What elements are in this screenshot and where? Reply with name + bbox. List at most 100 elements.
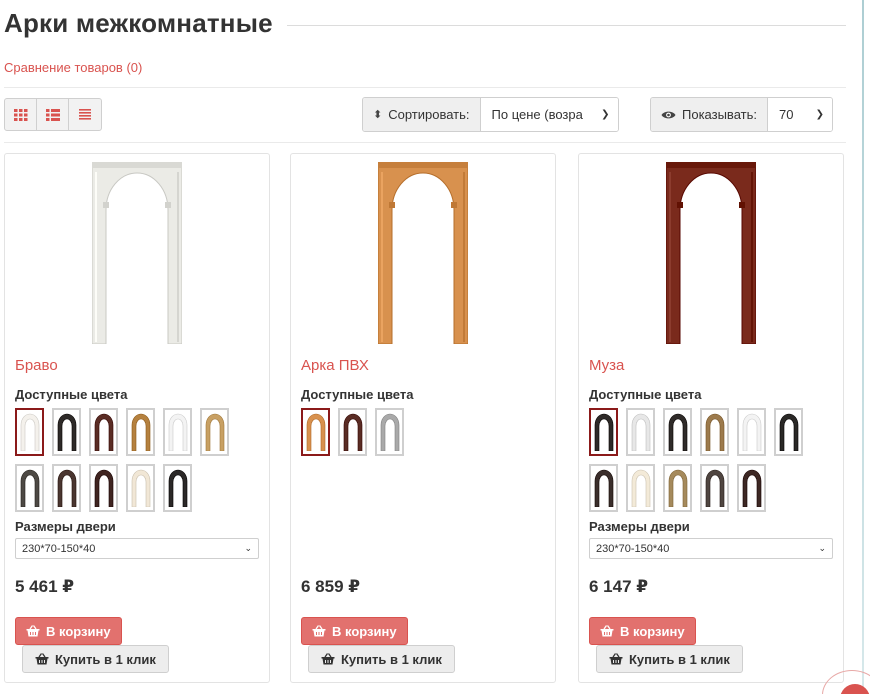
- list-view-button[interactable]: [37, 99, 69, 130]
- grid-icon: [13, 108, 27, 121]
- color-swatch[interactable]: [737, 464, 766, 512]
- color-swatch[interactable]: [52, 464, 81, 512]
- arch-swatch-icon: [20, 469, 39, 507]
- add-to-cart-label: В корзину: [620, 623, 685, 639]
- color-swatch[interactable]: [163, 408, 192, 456]
- arch-swatch-icon: [306, 413, 325, 451]
- sort-value: По цене (возра: [491, 107, 583, 122]
- color-swatch[interactable]: [589, 464, 618, 512]
- arch-swatch-icon: [57, 469, 76, 507]
- color-swatch[interactable]: [663, 408, 692, 456]
- arch-swatch-icon: [168, 469, 187, 507]
- color-swatch[interactable]: [89, 464, 118, 512]
- add-to-cart-label: В корзину: [332, 623, 397, 639]
- color-swatch[interactable]: [126, 464, 155, 512]
- color-swatch[interactable]: [774, 408, 803, 456]
- arch-swatch-icon: [742, 469, 761, 507]
- add-to-cart-button[interactable]: В корзину: [589, 617, 696, 645]
- color-swatch[interactable]: [700, 408, 729, 456]
- buy-one-click-button[interactable]: Купить в 1 клик: [22, 645, 169, 673]
- color-swatch[interactable]: [626, 464, 655, 512]
- arch-swatch-icon: [131, 469, 150, 507]
- basket-icon: [35, 653, 49, 665]
- color-swatch[interactable]: [338, 408, 367, 456]
- color-swatch[interactable]: [163, 464, 192, 512]
- show-count-select[interactable]: 70 ❯: [767, 98, 832, 131]
- buy-one-click-label: Купить в 1 клик: [55, 651, 156, 667]
- show-addon: Показывать:: [651, 98, 768, 131]
- color-swatch[interactable]: [737, 408, 766, 456]
- arch-swatch-icon: [705, 413, 724, 451]
- color-swatch[interactable]: [89, 408, 118, 456]
- view-mode-group: [4, 98, 102, 131]
- color-swatch[interactable]: [15, 464, 44, 512]
- page-title-row: Арки межкомнатные: [4, 6, 846, 40]
- divider: [4, 87, 846, 88]
- arch-swatch-icon: [779, 413, 798, 451]
- color-swatch[interactable]: [52, 408, 81, 456]
- product-name-link[interactable]: Арка ПВХ: [301, 357, 369, 374]
- arch-swatch-icon: [705, 469, 724, 507]
- arch-image: [666, 162, 756, 344]
- product-name-link[interactable]: Браво: [15, 357, 58, 374]
- color-swatch[interactable]: [626, 408, 655, 456]
- add-to-cart-button[interactable]: В корзину: [15, 617, 122, 645]
- compare-products-link[interactable]: Сравнение товаров (0): [4, 60, 142, 75]
- color-swatch[interactable]: [663, 464, 692, 512]
- compact-view-button[interactable]: [69, 99, 101, 130]
- door-size-value: 230*70-150*40: [596, 542, 670, 555]
- show-label: Показывать:: [682, 107, 757, 122]
- chevron-down-icon: ⌄: [818, 543, 826, 553]
- product-image[interactable]: [579, 162, 843, 348]
- arch-swatch-icon: [94, 413, 113, 451]
- page-edge: [862, 0, 864, 694]
- arch-swatch-icon: [131, 413, 150, 451]
- arch-swatch-icon: [668, 469, 687, 507]
- product-image[interactable]: [291, 162, 555, 348]
- arch-swatch-icon: [594, 469, 613, 507]
- buy-one-click-button[interactable]: Купить в 1 клик: [596, 645, 743, 673]
- door-size-select[interactable]: 230*70-150*40 ⌄: [589, 538, 833, 559]
- arch-image: [92, 162, 182, 344]
- arch-swatch-icon: [57, 413, 76, 451]
- arch-swatch-icon: [168, 413, 187, 451]
- add-to-cart-button[interactable]: В корзину: [301, 617, 408, 645]
- sort-addon: ⬍ Сортировать:: [363, 98, 481, 131]
- sort-control: ⬍ Сортировать: По цене (возра ❯: [362, 97, 619, 132]
- product-card: Арка ПВХ Доступные цвета 6 859 ₽ В корзи…: [290, 153, 556, 683]
- product-card: Муза Доступные цвета Размеры двери 230*7…: [578, 153, 844, 683]
- product-price: 6 859 ₽: [301, 577, 361, 596]
- product-card: Браво Доступные цвета Размеры двери 230*…: [4, 153, 270, 683]
- arch-swatch-icon: [205, 413, 224, 451]
- buy-one-click-button[interactable]: Купить в 1 клик: [308, 645, 455, 673]
- color-swatch[interactable]: [589, 408, 618, 456]
- color-swatch[interactable]: [15, 408, 44, 456]
- color-swatches: [589, 408, 839, 512]
- door-size-select[interactable]: 230*70-150*40 ⌄: [15, 538, 259, 559]
- arch-swatch-icon: [343, 413, 362, 451]
- product-image[interactable]: [5, 162, 269, 348]
- arch-swatch-icon: [631, 469, 650, 507]
- color-swatch[interactable]: [200, 408, 229, 456]
- product-price: 6 147 ₽: [589, 577, 649, 596]
- door-size-label: Размеры двери: [15, 519, 116, 534]
- color-swatch[interactable]: [126, 408, 155, 456]
- color-swatches: [15, 408, 265, 512]
- grid-view-button[interactable]: [5, 99, 37, 130]
- basket-icon: [312, 625, 326, 637]
- basket-icon: [321, 653, 335, 665]
- door-size-label: Размеры двери: [589, 519, 690, 534]
- color-swatch[interactable]: [375, 408, 404, 456]
- sort-select[interactable]: По цене (возра ❯: [480, 98, 618, 131]
- available-colors-label: Доступные цвета: [301, 387, 414, 402]
- color-swatch[interactable]: [700, 464, 729, 512]
- product-name-link[interactable]: Муза: [589, 357, 624, 374]
- title-divider: [286, 24, 846, 26]
- show-value: 70: [778, 107, 794, 122]
- add-to-cart-label: В корзину: [46, 623, 111, 639]
- divider: [4, 142, 846, 143]
- color-swatch[interactable]: [301, 408, 330, 456]
- sort-icon: ⬍: [373, 109, 383, 121]
- buy-one-click-label: Купить в 1 клик: [341, 651, 442, 667]
- arch-swatch-icon: [380, 413, 399, 451]
